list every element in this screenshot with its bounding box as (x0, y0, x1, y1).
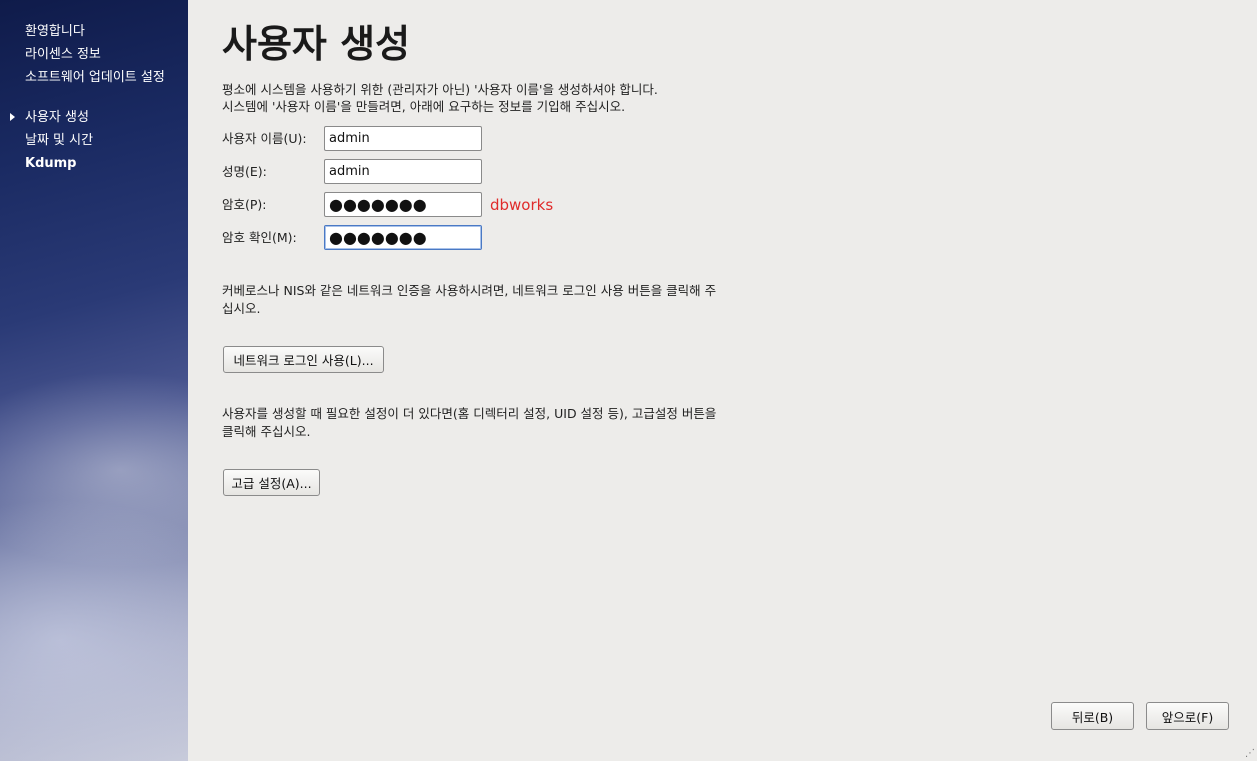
confirm-password-input[interactable]: ●●●●●●● (324, 225, 482, 250)
advanced-settings-button[interactable]: 고급 설정(A)... (223, 469, 320, 496)
confirm-password-value: ●●●●●●● (329, 227, 427, 247)
network-login-button[interactable]: 네트워크 로그인 사용(L)... (223, 346, 384, 373)
intro-text-line1: 평소에 시스템을 사용하기 위한 (관리자가 아닌) '사용자 이름'을 생성하… (222, 82, 658, 97)
network-auth-text: 커베로스나 NIS와 같은 네트워크 인증을 사용하시려면, 네트워크 로그인 … (222, 283, 717, 316)
sidebar-item-license: 라이센스 정보 (25, 47, 101, 62)
forward-button[interactable]: 앞으로(F) (1146, 702, 1229, 730)
confirm-password-label: 암호 확인(M): (222, 230, 297, 245)
username-input[interactable]: admin (324, 126, 482, 151)
username-value: admin (329, 131, 370, 146)
resize-grip-icon[interactable]: ⋰ (1245, 749, 1255, 759)
fullname-value: admin (329, 164, 370, 179)
sidebar-item-date-time: 날짜 및 시간 (25, 133, 94, 148)
current-step-arrow-icon (10, 113, 15, 121)
page-title: 사용자 생성 (222, 22, 411, 66)
advanced-settings-text: 사용자를 생성할 때 필요한 설정이 더 있다면(홈 디렉터리 설정, UID … (222, 406, 717, 439)
fullname-input[interactable]: admin (324, 159, 482, 184)
sidebar: 환영합니다 라이센스 정보 소프트웨어 업데이트 설정 사용자 생성 날짜 및 … (0, 0, 188, 761)
password-label: 암호(P): (222, 197, 267, 212)
password-annotation: dbworks (490, 196, 554, 214)
username-label: 사용자 이름(U): (222, 131, 307, 146)
password-value: ●●●●●●● (329, 194, 427, 214)
sidebar-item-welcome: 환영합니다 (25, 24, 85, 39)
back-button[interactable]: 뒤로(B) (1051, 702, 1134, 730)
sidebar-item-kdump: Kdump (25, 156, 77, 171)
intro-text-line2: 시스템에 '사용자 이름'을 만들려면, 아래에 요구하는 정보를 기입해 주십… (222, 99, 626, 114)
password-input[interactable]: ●●●●●●● (324, 192, 482, 217)
fullname-label: 성명(E): (222, 164, 267, 179)
sidebar-item-create-user: 사용자 생성 (25, 110, 89, 125)
sidebar-item-software-update: 소프트웨어 업데이트 설정 (25, 70, 165, 85)
